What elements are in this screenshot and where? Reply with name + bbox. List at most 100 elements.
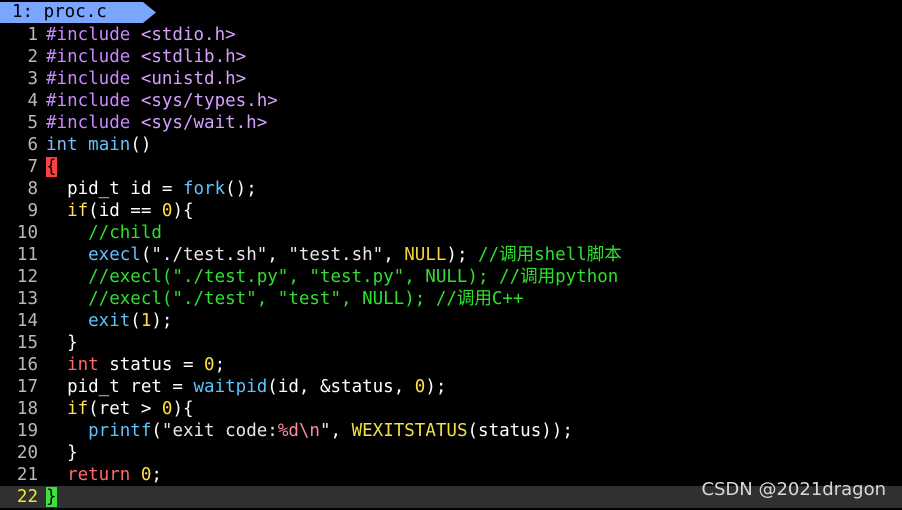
line-text[interactable]: if(id == 0){: [46, 200, 193, 222]
code-token: status =: [98, 355, 205, 375]
code-token: WEXITSTATUS: [351, 421, 468, 441]
line-text[interactable]: return 0;: [46, 464, 162, 486]
line-text[interactable]: //execl("./test.py", "test.py", NULL); /…: [46, 266, 618, 288]
line-number: 20: [16, 443, 38, 463]
code-line[interactable]: 17 pid_t ret = waitpid(id, &status, 0);: [0, 376, 902, 398]
code-line[interactable]: 11 execl("./test.sh", "test.sh", NULL); …: [0, 244, 902, 266]
code-token: 0: [204, 355, 215, 375]
line-text[interactable]: }: [46, 442, 78, 464]
line-number: 22: [16, 487, 38, 507]
code-token: "exit code:: [161, 421, 278, 441]
code-token: (: [151, 421, 162, 441]
line-number: 1: [27, 25, 38, 45]
code-token: waitpid: [193, 377, 268, 397]
code-line[interactable]: 8 pid_t id = fork();: [0, 178, 902, 200]
code-token: int: [46, 135, 78, 155]
code-token: fork: [182, 179, 226, 199]
line-text[interactable]: #include <sys/types.h>: [46, 90, 278, 112]
code-token: }: [46, 443, 78, 463]
code-line[interactable]: 1 #include <stdio.h>: [0, 24, 902, 46]
line-number: 2: [27, 47, 38, 67]
code-token: ){: [172, 399, 194, 419]
code-line[interactable]: 2 #include <stdlib.h>: [0, 46, 902, 68]
tab-proc-c[interactable]: 1: proc.c: [0, 2, 156, 23]
code-token: }: [46, 487, 57, 507]
line-text[interactable]: if(ret > 0){: [46, 398, 194, 420]
line-text[interactable]: printf("exit code:%d\n", WEXITSTATUS(sta…: [46, 420, 573, 442]
code-token: printf: [46, 421, 152, 441]
code-token: return: [46, 465, 131, 485]
code-line[interactable]: 4 #include <sys/types.h>: [0, 90, 902, 112]
code-token: int: [46, 355, 99, 375]
code-line[interactable]: 9 if(id == 0){: [0, 200, 902, 222]
line-text[interactable]: {: [46, 156, 57, 178]
code-line[interactable]: 5 #include <sys/wait.h>: [0, 112, 902, 134]
code-token: ,: [383, 245, 405, 265]
code-token: #include: [46, 47, 141, 67]
line-text[interactable]: exit(1);: [46, 310, 172, 332]
line-text[interactable]: }: [46, 486, 57, 508]
code-token: pid_t ret =: [46, 377, 194, 397]
code-token: ;: [214, 355, 226, 375]
line-number: 9: [27, 201, 38, 221]
code-token: #include: [46, 25, 141, 45]
code-token: //调用shell脚本: [478, 245, 622, 265]
line-number: 13: [16, 289, 38, 309]
code-token: if: [46, 201, 89, 221]
code-token: "test.sh": [288, 245, 384, 265]
line-text[interactable]: //execl("./test", "test", NULL); //调用C++: [46, 288, 523, 310]
tab-line: 1: proc.c: [0, 0, 902, 23]
code-token: );: [446, 245, 479, 265]
code-token: (: [130, 311, 141, 331]
line-text[interactable]: //child: [46, 222, 162, 244]
code-editor[interactable]: 1 #include <stdio.h> 2 #include <stdlib.h> 3…: [0, 24, 902, 508]
line-text[interactable]: #include <stdlib.h>: [46, 46, 246, 68]
code-line[interactable]: 14 exit(1);: [0, 310, 902, 332]
code-line[interactable]: 10 //child: [0, 222, 902, 244]
code-line[interactable]: 13 //execl("./test", "test", NULL); //调用…: [0, 288, 902, 310]
line-text[interactable]: int status = 0;: [46, 354, 225, 376]
line-text[interactable]: }: [46, 332, 78, 354]
code-line[interactable]: 7{: [0, 156, 902, 178]
code-token: ();: [225, 179, 257, 199]
code-line[interactable]: 19 printf("exit code:%d\n", WEXITSTATUS(…: [0, 420, 902, 442]
code-token: %d\n: [277, 421, 320, 441]
line-number: 3: [27, 69, 38, 89]
code-token: (ret >: [88, 399, 162, 419]
code-token: );: [151, 311, 173, 331]
code-token: 0: [140, 465, 152, 485]
line-text[interactable]: pid_t ret = waitpid(id, &status, 0);: [46, 376, 446, 398]
code-line[interactable]: 3 #include <unistd.h>: [0, 68, 902, 90]
code-token: {: [46, 157, 57, 177]
code-token: <stdio.h>: [140, 25, 236, 45]
code-token: (): [130, 135, 152, 155]
line-text[interactable]: #include <sys/wait.h>: [46, 112, 267, 134]
line-number: 5: [27, 113, 38, 133]
code-token: main: [88, 135, 131, 155]
code-token: );: [425, 377, 447, 397]
code-line[interactable]: 6 int main(): [0, 134, 902, 156]
code-token: (id, &status,: [267, 377, 415, 397]
code-line[interactable]: 20 }: [0, 442, 902, 464]
code-line[interactable]: 16 int status = 0;: [0, 354, 902, 376]
line-text[interactable]: int main(): [46, 134, 151, 156]
code-token: //child: [46, 223, 162, 243]
line-text[interactable]: pid_t id = fork();: [46, 178, 257, 200]
line-text[interactable]: #include <stdio.h>: [46, 24, 236, 46]
code-line[interactable]: 12 //execl("./test.py", "test.py", NULL)…: [0, 266, 902, 288]
code-token: 0: [161, 399, 173, 419]
code-line[interactable]: 18 if(ret > 0){: [0, 398, 902, 420]
code-line[interactable]: 15 }: [0, 332, 902, 354]
code-token: "./test.sh": [151, 245, 268, 265]
line-number: 14: [16, 311, 38, 331]
code-token: #include: [46, 69, 141, 89]
line-text[interactable]: #include <unistd.h>: [46, 68, 246, 90]
line-number: 18: [16, 399, 38, 419]
line-number: 7: [27, 157, 38, 177]
line-number: 15: [16, 333, 38, 353]
line-number: 12: [16, 267, 38, 287]
line-text[interactable]: execl("./test.sh", "test.sh", NULL); //调…: [46, 244, 622, 266]
line-number: 11: [16, 245, 38, 265]
line-number: 21: [16, 465, 38, 485]
line-number: 19: [16, 421, 38, 441]
